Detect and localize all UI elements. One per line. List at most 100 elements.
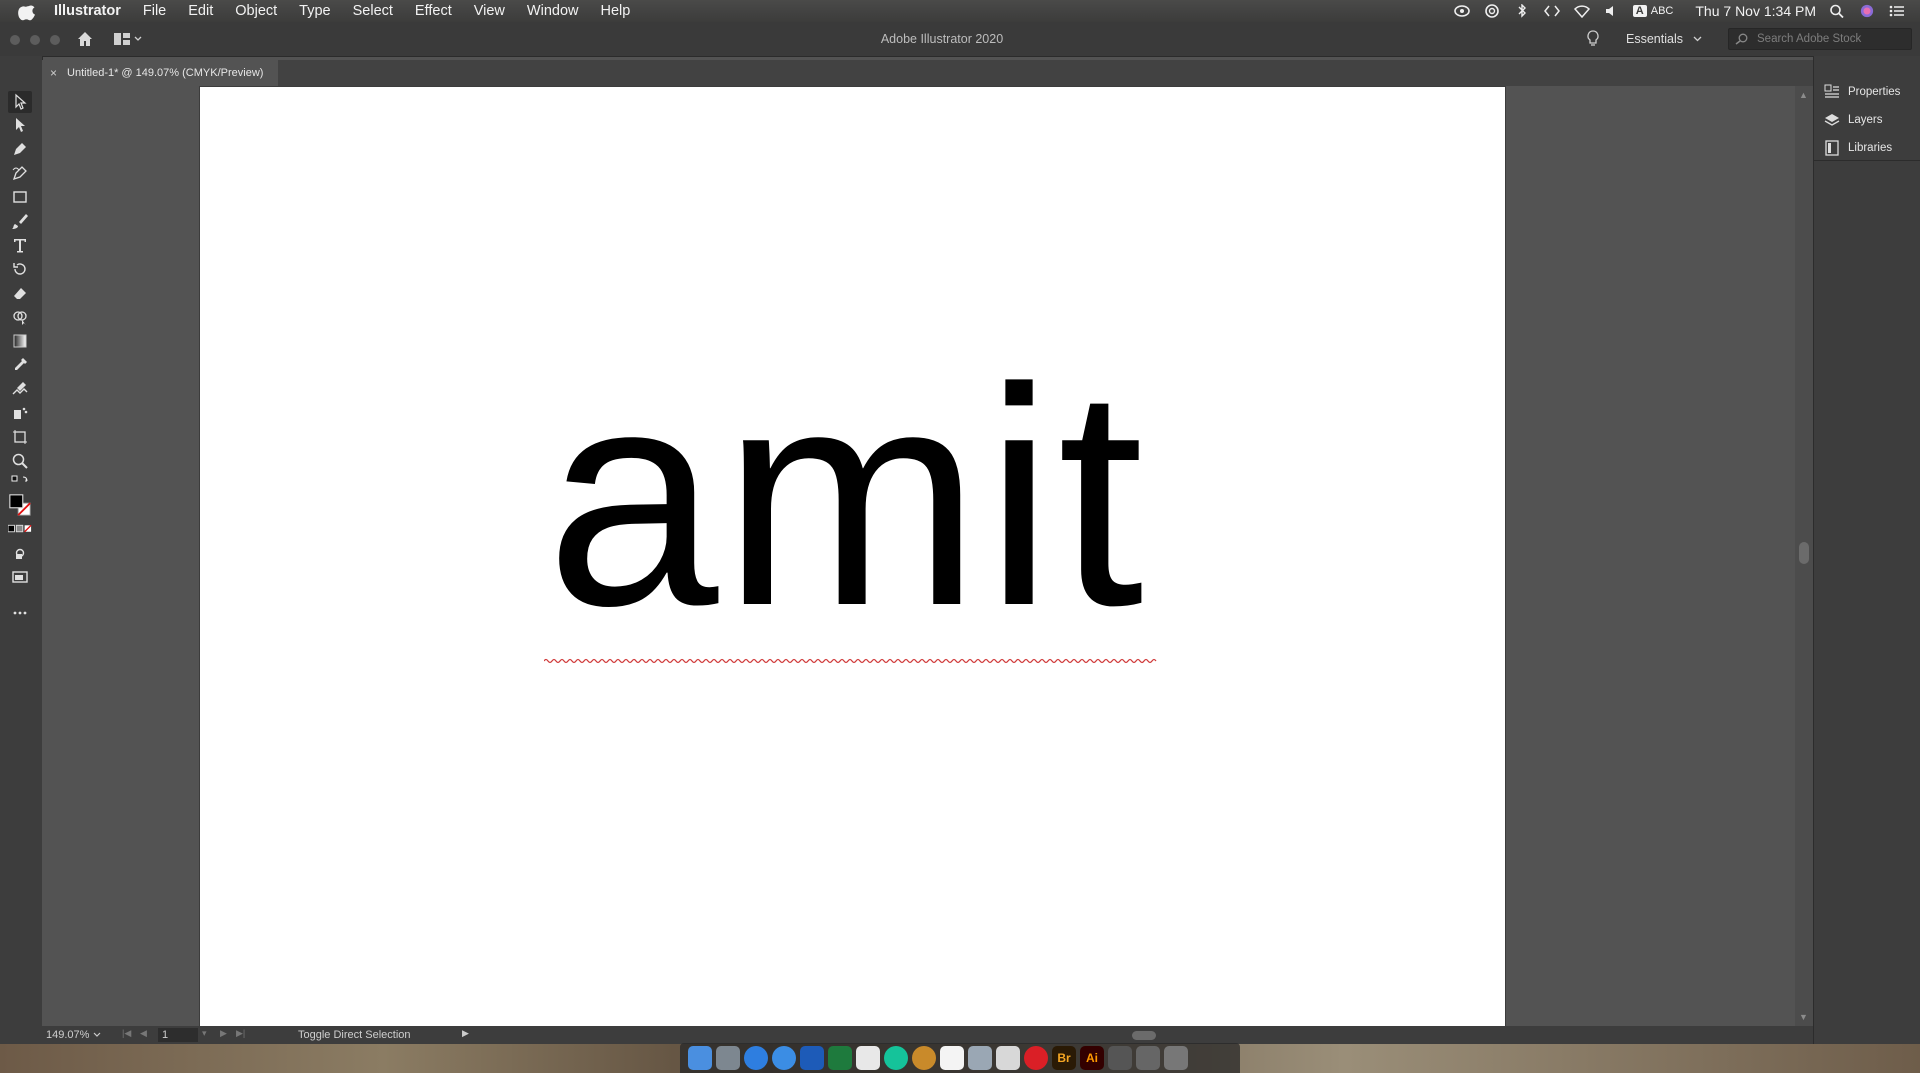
spotlight-search-icon[interactable]	[1828, 3, 1846, 19]
zoom-level-dropdown[interactable]: 149.07%	[46, 1028, 108, 1042]
chevron-down-icon	[1693, 36, 1702, 42]
last-artboard-icon[interactable]: ▶|	[236, 1028, 245, 1039]
sync-icon[interactable]	[1483, 3, 1501, 19]
eraser-tool[interactable]	[8, 282, 32, 304]
document-tab-label: Untitled-1* @ 149.07% (CMYK/Preview)	[67, 67, 264, 79]
safari-icon[interactable]	[772, 1046, 796, 1070]
artboard-text-object[interactable]: amit	[546, 342, 1148, 652]
layers-icon	[1824, 114, 1840, 126]
downloads-stack-icon[interactable]	[1108, 1046, 1132, 1070]
menu-edit[interactable]: Edit	[188, 3, 213, 19]
app-store-icon[interactable]	[744, 1046, 768, 1070]
edit-toolbar-button[interactable]	[8, 602, 32, 624]
paintbrush-tool[interactable]	[8, 210, 32, 232]
workspace-switcher[interactable]: Essentials	[1626, 32, 1702, 46]
fill-stroke-swatches[interactable]	[8, 490, 32, 520]
menu-help[interactable]: Help	[600, 3, 630, 19]
documents-icon[interactable]	[996, 1046, 1020, 1070]
rectangle-tool[interactable]	[8, 186, 32, 208]
artboard-dropdown-icon[interactable]: ▾	[202, 1028, 207, 1039]
selection-tool[interactable]	[8, 91, 32, 113]
artboard-number-field[interactable]: 1	[158, 1028, 198, 1042]
libraries-panel-button[interactable]: Libraries	[1824, 140, 1892, 156]
notification-center-icon[interactable]	[1888, 3, 1906, 19]
siri-icon[interactable]	[1858, 3, 1876, 19]
direct-selection-tool[interactable]	[8, 114, 32, 136]
launchpad-icon[interactable]	[716, 1046, 740, 1070]
wifi-icon[interactable]	[1573, 3, 1591, 19]
lightbulb-icon[interactable]	[1585, 30, 1601, 48]
horizontal-scrollbar[interactable]	[482, 1028, 1822, 1042]
gradient-tool[interactable]	[8, 330, 32, 352]
calendar-icon[interactable]	[940, 1046, 964, 1070]
excel-icon[interactable]	[828, 1046, 852, 1070]
input-source-label: ABC	[1650, 5, 1674, 17]
word-icon[interactable]	[800, 1046, 824, 1070]
first-artboard-icon[interactable]: |◀	[122, 1028, 131, 1039]
default-colors-swap[interactable]	[8, 474, 32, 488]
creative-cloud-icon[interactable]	[1453, 3, 1471, 19]
grammarly-icon[interactable]	[884, 1046, 908, 1070]
code-brackets-icon[interactable]	[1543, 3, 1561, 19]
adobe-stock-search[interactable]	[1728, 28, 1912, 50]
shape-builder-tool[interactable]	[8, 306, 32, 328]
eyedropper-tool[interactable]	[8, 354, 32, 376]
artboard-tool[interactable]	[8, 426, 32, 448]
clock[interactable]: Thu 7 Nov 1:34 PM	[1695, 3, 1816, 19]
draw-mode-button[interactable]	[8, 542, 32, 564]
menu-view[interactable]: View	[474, 3, 505, 19]
illustrator-icon[interactable]: Ai	[1080, 1046, 1104, 1070]
apple-icon[interactable]	[18, 1, 36, 21]
menu-illustrator[interactable]: Illustrator	[54, 3, 121, 19]
previous-artboard-icon[interactable]: ◀	[140, 1028, 147, 1039]
scroll-up-icon[interactable]: ▲	[1799, 90, 1808, 100]
preview-icon[interactable]	[968, 1046, 992, 1070]
textedit-icon[interactable]	[856, 1046, 880, 1070]
creative-cloud-dock-icon[interactable]	[1024, 1046, 1048, 1070]
layers-label: Layers	[1848, 114, 1883, 126]
scroll-down-icon[interactable]: ▼	[1799, 1012, 1808, 1022]
search-input[interactable]	[1755, 32, 1899, 46]
vertical-scrollbar[interactable]: ▲ ▼	[1795, 86, 1813, 1026]
screenshots-stack-icon[interactable]	[1136, 1046, 1160, 1070]
type-t-icon	[14, 239, 26, 253]
macos-dock: Br Ai	[680, 1043, 1240, 1073]
rotate-tool[interactable]	[8, 258, 32, 280]
menu-object[interactable]: Object	[235, 3, 277, 19]
status-tool-label[interactable]: Toggle Direct Selection	[298, 1029, 411, 1041]
screen-mode-button[interactable]	[8, 566, 32, 588]
trash-icon[interactable]	[1164, 1046, 1188, 1070]
symbol-sprayer-icon	[14, 407, 28, 419]
input-source[interactable]: A ABC	[1632, 5, 1674, 17]
curvature-tool[interactable]	[8, 162, 32, 184]
blend-tool[interactable]	[8, 378, 32, 400]
menu-type[interactable]: Type	[299, 3, 330, 19]
menu-file[interactable]: File	[143, 3, 166, 19]
finder-icon[interactable]	[688, 1046, 712, 1070]
artboard[interactable]: amit	[200, 87, 1505, 1026]
menu-window[interactable]: Window	[527, 3, 579, 19]
menu-select[interactable]: Select	[353, 3, 393, 19]
document-tab[interactable]: × Untitled-1* @ 149.07% (CMYK/Preview)	[42, 60, 278, 86]
music-player-icon[interactable]	[912, 1046, 936, 1070]
vertical-scroll-thumb[interactable]	[1799, 542, 1809, 564]
color-mode-buttons[interactable]	[8, 522, 32, 536]
close-icon[interactable]: ×	[50, 66, 57, 80]
eraser-icon	[14, 288, 26, 299]
zoom-tool[interactable]	[8, 450, 32, 472]
horizontal-scroll-thumb[interactable]	[1132, 1031, 1156, 1040]
more-dots-icon	[13, 611, 27, 615]
input-source-letter: A	[1632, 5, 1647, 17]
menu-effect[interactable]: Effect	[415, 3, 452, 19]
properties-panel-button[interactable]: Properties	[1824, 84, 1900, 100]
status-menu-arrow-icon[interactable]: ▶	[462, 1028, 469, 1039]
volume-icon[interactable]	[1603, 3, 1621, 19]
next-artboard-icon[interactable]: ▶	[220, 1028, 227, 1039]
type-tool[interactable]	[8, 234, 32, 256]
layers-panel-button[interactable]: Layers	[1824, 112, 1883, 128]
status-bar: 149.07% |◀ ◀ 1 ▾ ▶ ▶| Toggle Direct Sele…	[42, 1026, 1813, 1044]
bridge-icon[interactable]: Br	[1052, 1046, 1076, 1070]
symbol-sprayer-tool[interactable]	[8, 402, 32, 424]
pen-tool[interactable]	[8, 138, 32, 160]
bluetooth-icon[interactable]	[1513, 3, 1531, 19]
